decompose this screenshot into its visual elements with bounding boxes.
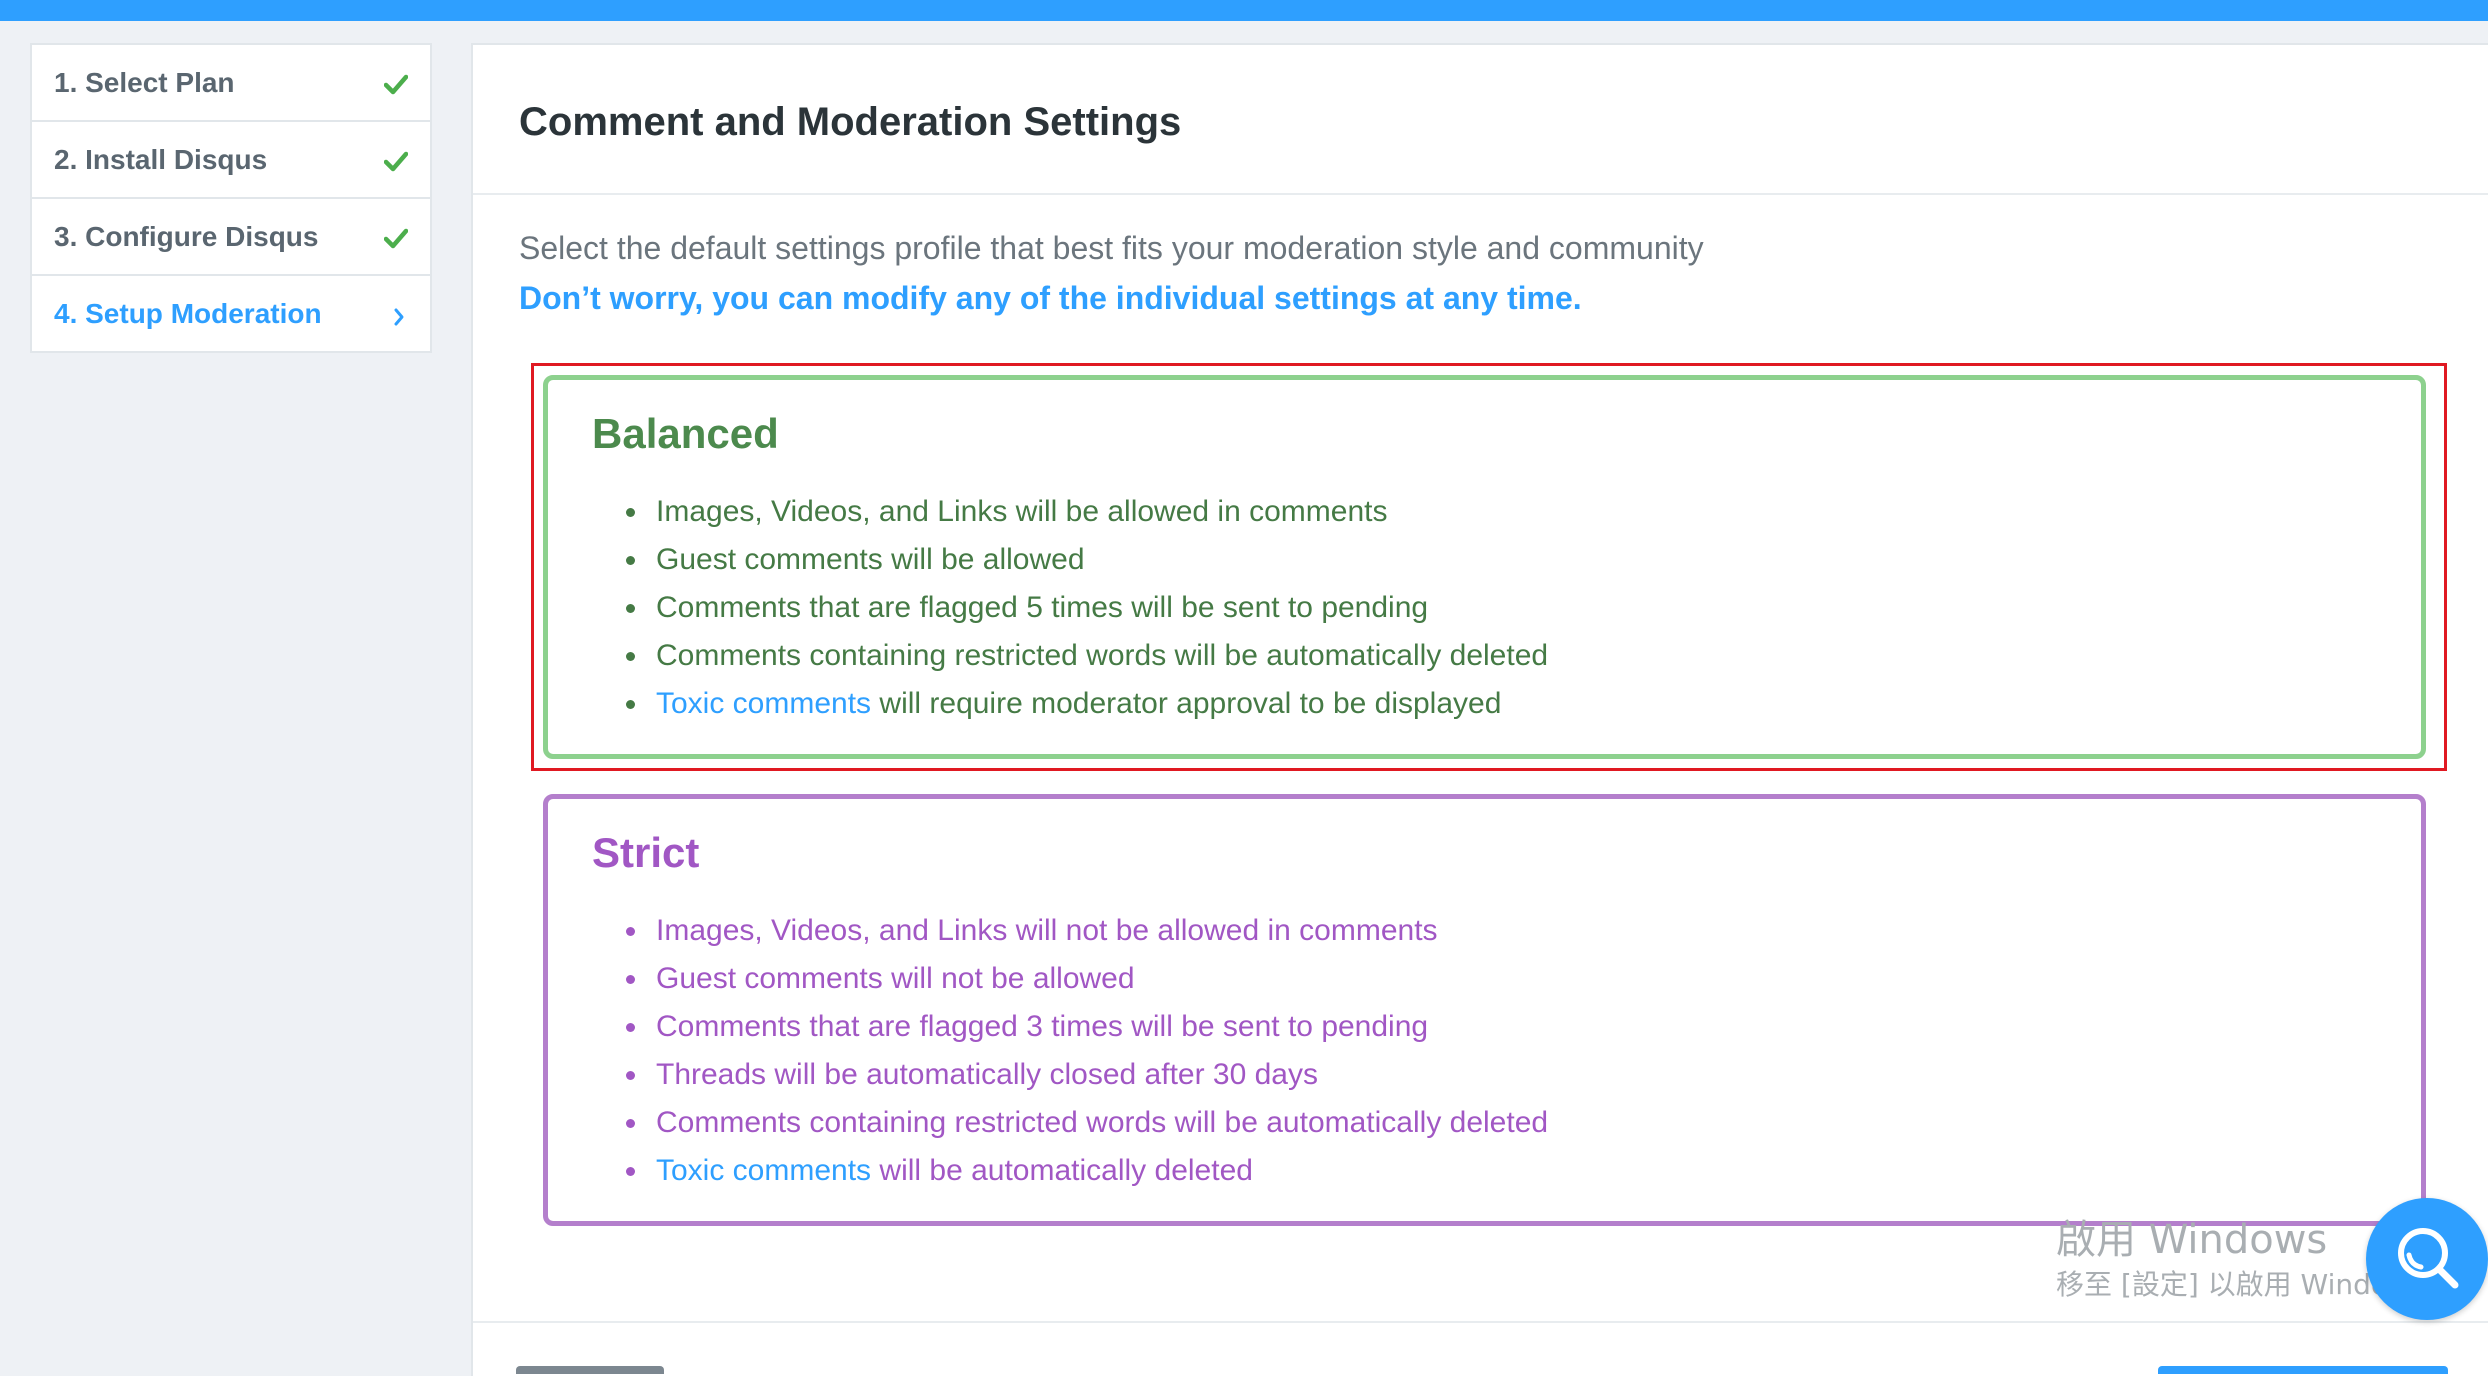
profile-title: Strict: [592, 829, 700, 876]
step-label: 1. Select Plan: [54, 66, 235, 98]
list-item: Images, Videos, and Links will be allowe…: [625, 488, 1548, 536]
list-item: Comments containing restricted words wil…: [625, 1099, 1548, 1147]
step-configure-disqus[interactable]: 3. Configure Disqus: [32, 199, 430, 276]
footer-divider: [473, 1321, 2488, 1323]
intro-text: Select the default settings profile that…: [519, 230, 1704, 266]
check-icon: [383, 71, 409, 95]
check-icon: [383, 225, 409, 249]
list-item: Comments containing restricted words wil…: [625, 632, 1548, 680]
panel-header: Comment and Moderation Settings: [473, 45, 2488, 195]
step-install-disqus[interactable]: 2. Install Disqus: [32, 122, 430, 199]
profile-card-balanced[interactable]: Balanced Images, Videos, and Links will …: [543, 375, 2426, 759]
setup-steps-nav: 1. Select Plan 2. Install Disqus 3. Conf…: [30, 43, 432, 353]
list-item: Toxic comments will require moderator ap…: [625, 680, 1548, 728]
page-title: Comment and Moderation Settings: [519, 99, 1182, 144]
toxic-comments-link[interactable]: Toxic comments: [656, 1154, 871, 1187]
step-select-plan[interactable]: 1. Select Plan: [32, 45, 430, 122]
toxic-rule-text: will require moderator approval to be di…: [871, 687, 1502, 720]
list-item: Comments that are flagged 3 times will b…: [625, 1003, 1548, 1051]
list-item: Guest comments will be allowed: [625, 536, 1548, 584]
check-icon: [383, 148, 409, 172]
next-button[interactable]: [2158, 1366, 2448, 1374]
profile-rules-list: Images, Videos, and Links will be allowe…: [592, 488, 1548, 728]
search-icon: [2389, 1219, 2465, 1300]
toxic-comments-link[interactable]: Toxic comments: [656, 687, 871, 720]
step-label: 3. Configure Disqus: [54, 220, 319, 252]
step-label: 2. Install Disqus: [54, 143, 268, 175]
step-label: 4. Setup Moderation: [54, 297, 322, 329]
list-item: Images, Videos, and Links will not be al…: [625, 907, 1548, 955]
top-accent-bar: [0, 0, 2488, 21]
back-button[interactable]: [516, 1366, 664, 1374]
help-search-button[interactable]: [2366, 1198, 2488, 1320]
toxic-rule-text: will be automatically deleted: [871, 1154, 1253, 1187]
list-item: Guest comments will not be allowed: [625, 955, 1548, 1003]
step-setup-moderation[interactable]: 4. Setup Moderation: [32, 276, 430, 351]
profile-title: Balanced: [592, 410, 779, 457]
list-item: Toxic comments will be automatically del…: [625, 1147, 1548, 1195]
list-item: Comments that are flagged 5 times will b…: [625, 584, 1548, 632]
profile-rules-list: Images, Videos, and Links will not be al…: [592, 907, 1548, 1195]
reassurance-note: Don’t worry, you can modify any of the i…: [519, 280, 1582, 316]
list-item: Threads will be automatically closed aft…: [625, 1051, 1548, 1099]
chevron-right-icon: [390, 303, 408, 325]
profile-card-strict[interactable]: Strict Images, Videos, and Links will no…: [543, 794, 2426, 1226]
